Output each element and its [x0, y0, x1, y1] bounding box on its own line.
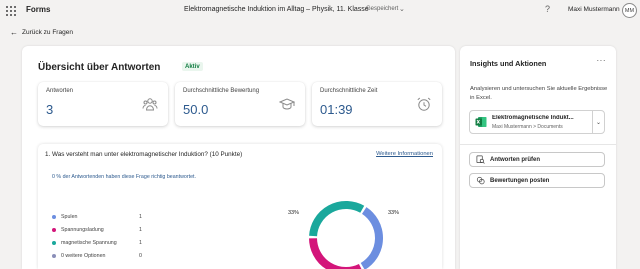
legend-item: Spulen 1 — [52, 210, 162, 223]
insights-panel: Insights und Aktionen ··· Analysieren un… — [460, 46, 616, 269]
stat-card-responses: Antworten 3 — [38, 82, 168, 126]
stat-card-average-time: Durchschnittliche Zeit 01:39 — [312, 82, 442, 126]
donut-slice-spannungsladung[interactable] — [309, 238, 362, 269]
status-badge: Aktiv — [182, 62, 203, 71]
legend-dot — [52, 240, 56, 245]
help-icon[interactable]: ? — [545, 4, 550, 14]
alarm-clock-icon — [417, 97, 431, 111]
stat-label: Durchschnittliche Zeit — [320, 88, 378, 94]
review-answers-button[interactable]: Antworten prüfen — [469, 152, 605, 167]
avatar[interactable]: MM — [622, 3, 637, 18]
legend-label: 0 weitere Optionen — [61, 252, 106, 259]
post-grades-label: Bewertungen posten — [490, 177, 550, 184]
legend-item: magnetische Spannung 1 — [52, 236, 162, 249]
page-title: Übersicht über Antworten — [38, 62, 161, 73]
review-icon — [476, 155, 485, 164]
arrow-left-icon: ← — [10, 28, 18, 37]
correct-answer-note: 0 % der Antwortenden haben diese Frage r… — [52, 174, 196, 180]
stat-label: Durchschnittliche Bewertung — [183, 88, 260, 94]
legend-item: 0 weitere Optionen 0 — [52, 249, 162, 262]
graduation-cap-icon — [279, 98, 295, 110]
app-name[interactable]: Forms — [26, 5, 50, 14]
responses-overview-panel: Übersicht über Antworten Aktiv Antworten… — [22, 46, 455, 269]
insights-description: Analysieren und untersuchen Sie aktuelle… — [470, 86, 608, 101]
post-grades-button[interactable]: Bewertungen posten — [469, 173, 605, 188]
legend-count: 1 — [139, 213, 142, 220]
legend-label: Spulen — [61, 213, 78, 220]
post-grades-icon — [476, 176, 485, 185]
slice-label-right: 33% — [388, 210, 400, 216]
save-status[interactable]: Gespeichert — [366, 6, 398, 12]
donut-slice-spulen[interactable] — [360, 207, 383, 269]
divider — [460, 144, 616, 145]
review-answers-label: Antworten prüfen — [490, 156, 540, 163]
chevron-down-icon[interactable]: ⌄ — [592, 111, 604, 133]
stats-row: Antworten 3 Durchschnittliche Bewertung … — [38, 82, 442, 126]
chevron-down-icon[interactable]: ⌄ — [399, 5, 405, 13]
legend-count: 0 — [139, 252, 142, 259]
excel-icon — [475, 117, 487, 127]
legend-count: 1 — [139, 226, 142, 233]
excel-file-path: Maxi Mustermann > Documents — [492, 124, 563, 130]
question-card: 1. Was versteht man unter elektromagneti… — [38, 144, 442, 269]
document-title[interactable]: Elektromagnetische Induktion im Alltag –… — [184, 6, 369, 13]
donut-slice-magnetische-spannung[interactable] — [309, 201, 365, 237]
app-launcher-icon[interactable] — [6, 6, 16, 16]
excel-file-name: Elektromagnetische Indukt... — [492, 115, 574, 121]
stat-label: Antworten — [46, 88, 74, 94]
legend-dot — [52, 253, 56, 258]
top-bar: Forms Elektromagnetische Induktion im Al… — [0, 0, 640, 22]
donut-chart — [309, 201, 383, 269]
open-in-excel-button[interactable]: Elektromagnetische Indukt... Maxi Muster… — [470, 111, 592, 133]
back-to-questions-link[interactable]: ← Zurück zu Fragen — [10, 28, 73, 37]
legend-label: magnetische Spannung — [61, 239, 117, 246]
legend-dot — [52, 214, 56, 219]
legend-item: Spannungsladung 1 — [52, 223, 162, 236]
legend-dot — [52, 227, 56, 232]
insights-title: Insights und Aktionen — [470, 59, 547, 68]
people-icon — [142, 98, 158, 111]
back-link-label: Zurück zu Fragen — [22, 29, 73, 36]
legend-label: Spannungsladung — [61, 226, 104, 233]
user-name: Maxi Mustermann — [568, 6, 620, 13]
more-information-link[interactable]: Weitere Informationen — [376, 151, 433, 157]
more-options-icon[interactable]: ··· — [597, 56, 607, 65]
legend-count: 1 — [139, 239, 142, 246]
question-title: 1. Was versteht man unter elektromagneti… — [45, 151, 243, 158]
excel-file-picker: Elektromagnetische Indukt... Maxi Muster… — [469, 110, 605, 134]
chart-legend: Spulen 1 Spannungsladung 1 magnetische S… — [52, 210, 162, 262]
slice-label-left: 33% — [288, 210, 300, 216]
stat-card-average-rating: Durchschnittliche Bewertung 50.0 — [175, 82, 305, 126]
